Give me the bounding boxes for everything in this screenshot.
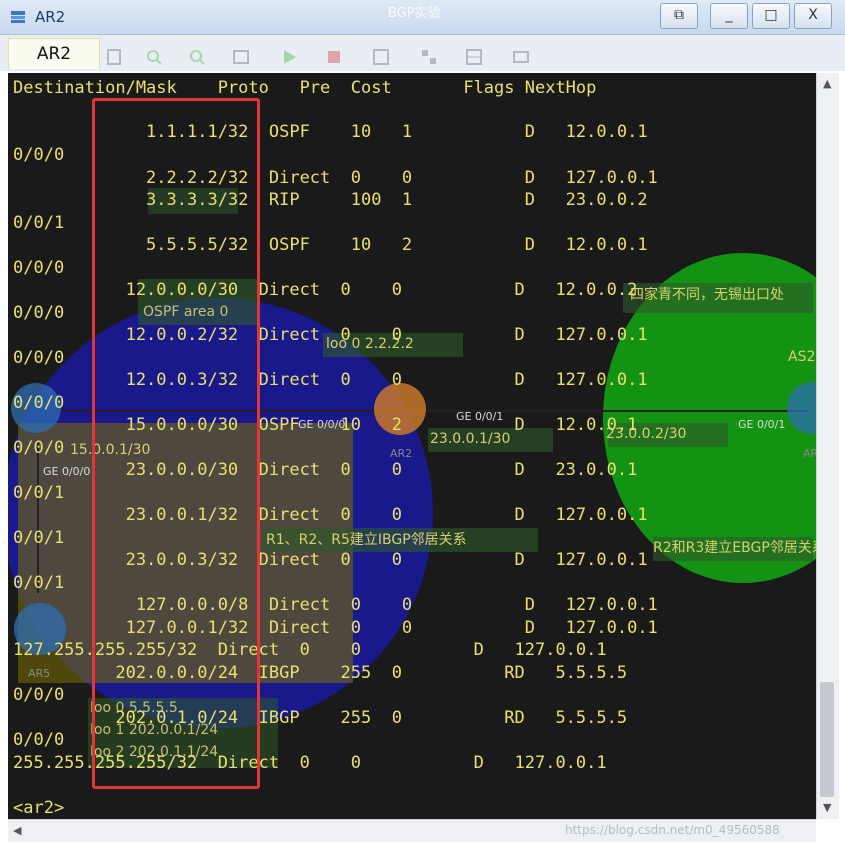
interface-line: 0/0/0 <box>13 348 65 368</box>
app-icon <box>11 11 25 23</box>
stop-icon[interactable] <box>325 48 343 66</box>
scroll-left-icon[interactable]: ◀ <box>13 824 21 837</box>
zoom-out-icon[interactable] <box>188 48 206 66</box>
window-title: AR2 <box>35 8 66 26</box>
doc-icon[interactable] <box>105 48 123 66</box>
router-label-ar3: AR3 <box>803 447 816 460</box>
ibgp-note: R1、R2、R5建立IBGP邻居关系 <box>266 532 467 548</box>
interface-line: 0/0/0 <box>13 145 65 165</box>
scroll-down-icon[interactable]: ▼ <box>823 801 831 814</box>
as200-label: AS200 <box>788 349 816 365</box>
ebgp-note: R2和R3建立EBGP邻居关系 <box>653 540 816 556</box>
interface-line: 0/0/0 <box>13 730 65 750</box>
scroll-up-icon[interactable]: ▲ <box>823 77 831 90</box>
background-window-title: BGP实验 <box>388 6 441 21</box>
topology-icon[interactable] <box>420 48 438 66</box>
interface-line: 0/0/1 <box>13 213 65 233</box>
interface-line: 0/0/1 <box>13 573 65 593</box>
interface-line: 0/0/0 <box>13 393 65 413</box>
routing-table-header: Destination/Mask Proto Pre Cost Flags Ne… <box>13 78 597 98</box>
zoom-in-icon[interactable] <box>145 48 163 66</box>
start-icon[interactable] <box>280 48 298 66</box>
minimize-button[interactable]: _ <box>710 3 748 29</box>
interface-line: 0/0/0 <box>13 685 65 705</box>
command-prompt[interactable]: <ar2> <box>13 797 64 819</box>
tab-ar2[interactable]: AR2 <box>8 38 100 69</box>
close-button[interactable]: X <box>794 3 832 29</box>
watermark: https://blog.csdn.net/m0_49560588 <box>565 823 780 837</box>
fit-icon[interactable] <box>232 48 250 66</box>
destination-highlight-box <box>92 98 260 789</box>
capture-icon[interactable] <box>372 48 390 66</box>
palette-icon[interactable] <box>512 48 530 66</box>
maximize-button[interactable]: □ <box>752 3 790 29</box>
interface-line: 0/0/1 <box>13 528 65 548</box>
top-note: 四家青不同，无锡出口处 <box>630 287 784 303</box>
grid-icon[interactable] <box>465 48 483 66</box>
ge001-label-ar3: GE 0/0/1 <box>738 418 786 431</box>
interface-line: 0/0/0 <box>13 303 65 323</box>
restore-layout-button[interactable]: ⧉ <box>660 3 698 29</box>
interface-line: 0/0/1 <box>13 483 65 503</box>
interface-line: 0/0/0 <box>13 258 65 278</box>
interface-line: 0/0/0 <box>13 438 65 458</box>
scrollbar-thumb[interactable] <box>820 682 834 797</box>
title-bar: AR2 BGP实验 ⧉ _ □ X <box>0 0 845 35</box>
